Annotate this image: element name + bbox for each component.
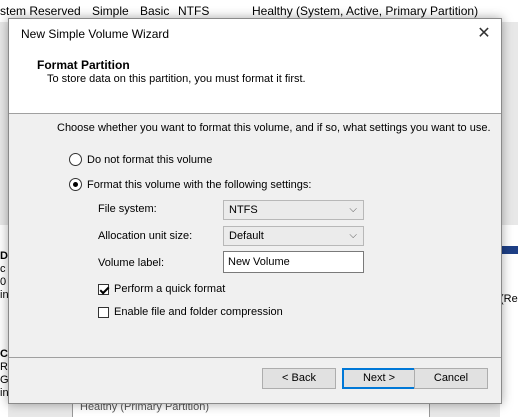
allocation-unit-label: Allocation unit size: <box>98 230 193 242</box>
dialog-titlebar: New Simple Volume Wizard ✕ <box>9 19 501 49</box>
dialog-title: New Simple Volume Wizard <box>21 27 170 41</box>
bg-cell: stem Reserved <box>0 4 81 18</box>
volume-label-label: Volume label: <box>98 257 165 269</box>
intro-text: Choose whether you want to format this v… <box>57 122 491 134</box>
cancel-button[interactable]: Cancel <box>414 368 488 389</box>
radio-no-format[interactable]: Do not format this volume <box>69 153 212 166</box>
allocation-unit-value: Default <box>229 230 264 242</box>
file-system-value: NTFS <box>229 204 258 216</box>
bg-cd-label: ine <box>0 387 8 399</box>
radio-format-label: Format this volume with the following se… <box>87 178 312 191</box>
new-simple-volume-wizard-dialog: New Simple Volume Wizard ✕ Format Partit… <box>8 18 502 404</box>
radio-format[interactable]: Format this volume with the following se… <box>69 178 311 191</box>
checkmark-icon[interactable] <box>98 283 109 295</box>
wizard-header: Format Partition To store data on this p… <box>9 49 501 114</box>
bg-cell: Healthy (System, Active, Primary Partiti… <box>252 4 479 18</box>
compression-label: Enable file and folder compression <box>114 306 283 318</box>
bg-cd-label: RO <box>0 361 8 373</box>
radio-selected-icon[interactable] <box>69 178 82 191</box>
close-icon[interactable]: ✕ <box>467 19 501 49</box>
footer-divider <box>9 357 501 358</box>
back-button[interactable]: < Back <box>262 368 336 389</box>
bg-cell: Basic <box>140 4 170 18</box>
volume-label-input[interactable]: New Volume <box>223 251 364 273</box>
bg-cell: Simple <box>92 4 129 18</box>
radio-no-format-label: Do not format this volume <box>87 153 213 166</box>
background-partition-bar <box>500 246 518 254</box>
quick-format-checkbox[interactable]: Perform a quick format <box>98 283 225 295</box>
chevron-down-icon[interactable]: ⌵ <box>349 201 357 219</box>
bg-cd-label: CD <box>0 348 8 360</box>
page-subtitle: To store data on this partition, you mus… <box>47 73 306 85</box>
bg-disk-label: 0 C <box>0 276 8 288</box>
chevron-down-icon[interactable]: ⌵ <box>349 227 357 245</box>
bg-cell: NTFS <box>178 4 210 18</box>
bg-disk-label: c <box>0 263 6 275</box>
next-button[interactable]: Next > <box>342 368 416 389</box>
bg-disk-label: ine <box>0 289 8 301</box>
bg-partition-label: (Rec <box>500 293 518 305</box>
quick-format-label: Perform a quick format <box>114 283 226 295</box>
compression-checkbox[interactable]: Enable file and folder compression <box>98 306 283 318</box>
bg-cd-label: GI <box>0 374 8 386</box>
page-title: Format Partition <box>37 58 130 72</box>
file-system-select[interactable]: NTFS ⌵ <box>223 200 364 220</box>
radio-unselected-icon[interactable] <box>69 153 82 166</box>
checkbox-unchecked-icon[interactable] <box>98 306 109 318</box>
bg-disk-label: Dis <box>0 250 8 262</box>
file-system-label: File system: <box>98 203 157 215</box>
allocation-unit-select[interactable]: Default ⌵ <box>223 226 364 246</box>
